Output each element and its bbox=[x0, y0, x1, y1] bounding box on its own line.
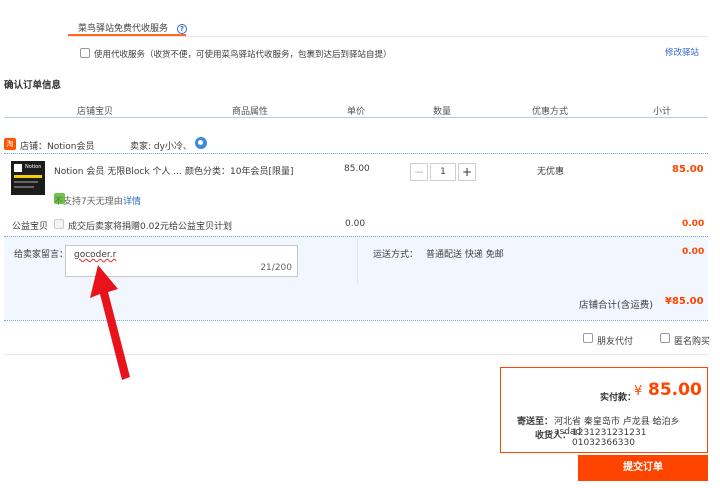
charity-checkbox bbox=[54, 219, 64, 229]
taobao-shop-icon: 淘 bbox=[4, 138, 16, 150]
friend-pay-label: 朋友代付 bbox=[597, 337, 634, 347]
charity-subtotal: 0.00 bbox=[682, 219, 705, 229]
anonymous-label: 匿名购买 bbox=[674, 337, 711, 347]
tab-active-indicator bbox=[68, 34, 186, 36]
modify-station-link[interactable]: 修改驿站 bbox=[665, 46, 699, 58]
submit-order-button[interactable]: 提交订单 bbox=[578, 455, 708, 481]
receiver-label: 收货人： bbox=[535, 431, 572, 441]
receiver-value: 1231231231231 01032366330 bbox=[572, 428, 647, 448]
quantity-input[interactable]: 1 bbox=[430, 163, 456, 181]
message-divider-top bbox=[4, 236, 708, 237]
quantity-increase-button[interactable]: + bbox=[458, 163, 476, 181]
annotation-arrow bbox=[90, 265, 130, 380]
header-attributes: 商品属性 bbox=[232, 107, 269, 117]
friend-pay-checkbox[interactable] bbox=[583, 333, 593, 343]
charity-price: 0.00 bbox=[345, 219, 366, 229]
discount-value: 无优惠 bbox=[537, 167, 565, 177]
cainiao-tab-label: 菜鸟驿站免费代收服务 bbox=[78, 24, 169, 34]
header-unit-price: 单价 bbox=[347, 107, 366, 117]
shipping-method[interactable]: 普通配送 快递 免邮 bbox=[426, 247, 504, 260]
header-discount: 优惠方式 bbox=[532, 107, 569, 117]
thumbnail-text: Notion bbox=[25, 164, 42, 170]
charity-text: 成交后卖家将捐赠0.02元给公益宝贝计划 bbox=[68, 222, 233, 232]
header-shop-item: 店铺宝贝 bbox=[77, 107, 114, 117]
wangwang-chat-icon[interactable] bbox=[195, 137, 207, 149]
message-counter: 21/200 bbox=[260, 263, 292, 273]
product-thumbnail[interactable]: Notion bbox=[11, 161, 45, 195]
shipping-fee: 0.00 bbox=[682, 247, 705, 257]
help-icon[interactable]: ? bbox=[176, 24, 187, 34]
cainiao-tab[interactable]: 菜鸟驿站免费代收服务 ? bbox=[78, 21, 187, 34]
header-quantity: 数量 bbox=[433, 107, 452, 117]
cainiao-checkbox[interactable] bbox=[80, 48, 90, 58]
cainiao-checkbox-label: 使用代收服务（收货不便，可使用菜鸟驿站代收服务，包裹到达后到驿站自提） bbox=[94, 50, 392, 60]
address-label: 寄送至： bbox=[517, 417, 554, 427]
seller-name[interactable]: 卖家: dy小冷、 bbox=[130, 139, 192, 152]
pay-amount: 85.00 bbox=[648, 380, 702, 400]
item-subtotal: 85.00 bbox=[672, 164, 704, 175]
unit-price: 85.00 bbox=[344, 164, 370, 174]
message-value: gocoder.r bbox=[74, 250, 117, 260]
shop-name[interactable]: 店铺：Notion会员 bbox=[20, 139, 94, 152]
header-subtotal: 小计 bbox=[653, 107, 672, 117]
quantity-decrease-button[interactable]: − bbox=[410, 163, 428, 181]
header-underline bbox=[4, 117, 708, 118]
panel-separator bbox=[357, 238, 358, 284]
charity-label: 公益宝贝 bbox=[12, 222, 49, 232]
shop-total-value: ¥85.00 bbox=[665, 296, 704, 307]
shop-divider bbox=[4, 153, 708, 154]
return-policy: 不支持7天无理由 bbox=[54, 197, 123, 207]
message-label: 给卖家留言： bbox=[14, 250, 69, 260]
product-attribute: 颜色分类：10年会员[限量] bbox=[185, 167, 294, 177]
order-summary-box: 实付款： ¥ 85.00 寄送至： 河北省 秦皇岛市 卢龙县 蛤泊乡 asdad… bbox=[500, 367, 708, 453]
shipping-label: 运送方式： bbox=[373, 250, 419, 260]
product-title[interactable]: Notion 会员 无限Block 个人 ... bbox=[54, 164, 182, 177]
section-title: 确认订单信息 bbox=[4, 80, 62, 91]
anonymous-checkbox[interactable] bbox=[660, 333, 670, 343]
shop-total-label: 店铺合计(含运费) bbox=[579, 300, 653, 311]
tab-divider bbox=[68, 36, 708, 37]
pay-currency: ¥ bbox=[634, 384, 643, 399]
pay-label: 实付款： bbox=[600, 393, 637, 403]
return-policy-detail-link[interactable]: 详情 bbox=[123, 194, 141, 207]
